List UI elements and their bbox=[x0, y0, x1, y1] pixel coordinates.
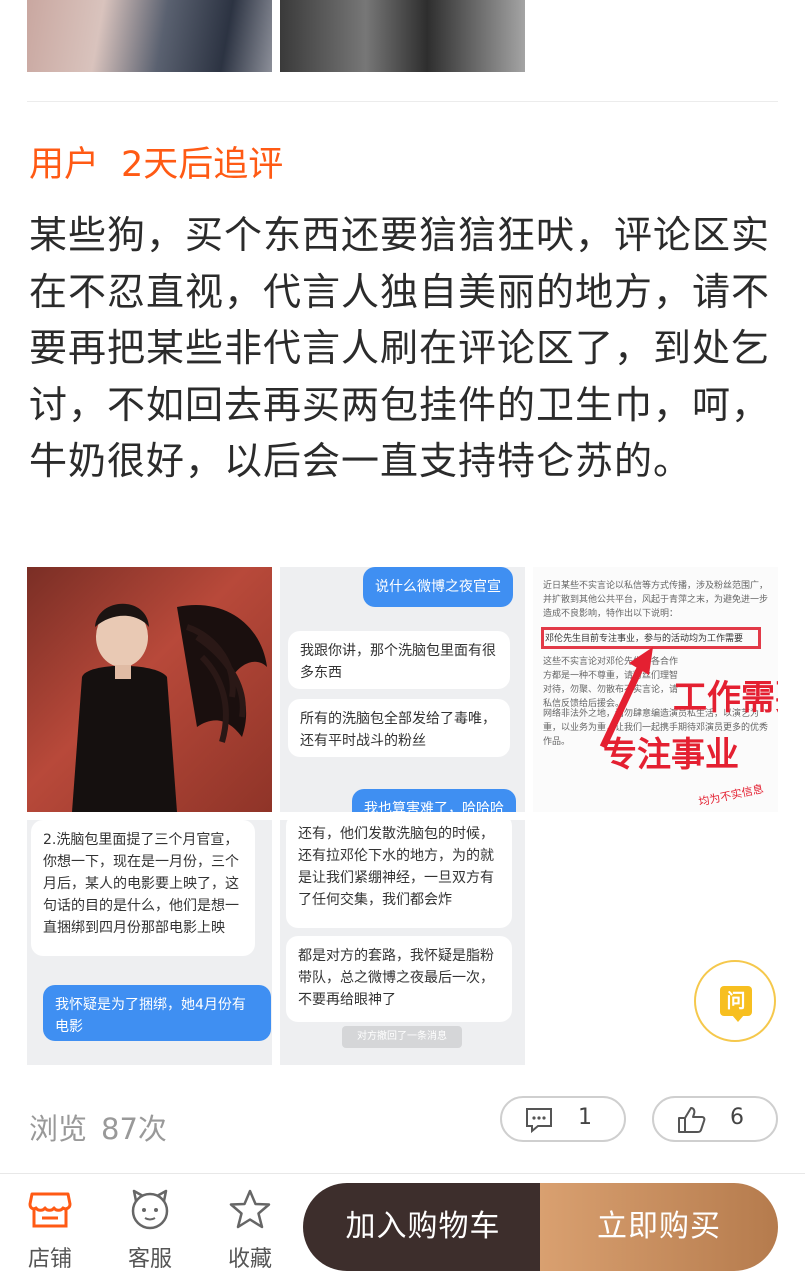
divider bbox=[27, 101, 778, 102]
nav-favorite[interactable]: 收藏 bbox=[210, 1174, 290, 1281]
review-image-5[interactable]: 还有，他们发散洗脑包的时候，还有拉邓伦下水的地方，为的就是让我们紧绷神经，一旦双… bbox=[280, 820, 525, 1065]
chat-bubble-sent: 我怀疑是为了捆绑，她4月份有电影 bbox=[43, 985, 271, 1041]
thumbs-up-icon bbox=[678, 1107, 706, 1133]
chat-bubble-received: 都是对方的套路，我怀疑是脂粉带队，总之微博之夜最后一次，不要再给眼神了 bbox=[286, 936, 512, 1022]
buy-now-button[interactable]: 立即购买 bbox=[540, 1183, 778, 1271]
previous-review-image-2[interactable] bbox=[280, 0, 525, 72]
ask-icon-tail bbox=[732, 1015, 744, 1022]
review-image-3[interactable]: 近日某些不实言论以私信等方式传播，涉及粉丝范围广，并扩散到其他公共平台，风起于青… bbox=[533, 567, 778, 812]
bottom-action-bar: 店铺 客服 收藏 加入购物车 立即购买 bbox=[0, 1173, 805, 1281]
chat-bubble-received: 我跟你讲，那个洗脑包里面有很多东西 bbox=[288, 631, 510, 689]
review-image-1[interactable] bbox=[27, 567, 272, 812]
previous-review-image-1[interactable] bbox=[27, 0, 272, 72]
chat-system-message: 对方撤回了一条消息 bbox=[342, 1026, 462, 1048]
notice-big-text-2: 专注事业 bbox=[603, 735, 739, 775]
nav-favorite-label: 收藏 bbox=[227, 1247, 272, 1272]
shop-icon bbox=[28, 1192, 72, 1228]
add-to-cart-button[interactable]: 加入购物车 bbox=[303, 1183, 543, 1271]
notice-big-text-1: 工作需要 bbox=[673, 678, 778, 718]
like-count: 6 bbox=[730, 1105, 744, 1130]
chat-bubble-received: 2.洗脑包里面提了三个月官宣，你想一下，现在是一月份，三个月后，某人的电影要上映… bbox=[31, 820, 255, 956]
views-label: 浏览 bbox=[29, 1112, 88, 1146]
views-counter: 浏览 87次 bbox=[29, 1106, 167, 1148]
comment-button[interactable]: 1 bbox=[500, 1096, 626, 1142]
followup-user: 用户 bbox=[29, 145, 100, 185]
review-image-2[interactable]: 说什么微博之夜官宣 我跟你讲，那个洗脑包里面有很多东西 所有的洗脑包全部发给了毒… bbox=[280, 567, 525, 812]
views-count: 87次 bbox=[101, 1112, 167, 1146]
like-button[interactable]: 6 bbox=[652, 1096, 778, 1142]
ask-button[interactable]: 问 bbox=[694, 960, 776, 1042]
chat-bubble-sent: 我也算害难了，哈哈哈 bbox=[352, 789, 516, 812]
nav-shop-label: 店铺 bbox=[27, 1247, 72, 1272]
star-icon bbox=[229, 1189, 271, 1229]
chat-bubble-received: 还有，他们发散洗脑包的时候，还有拉邓伦下水的地方，为的就是让我们紧绷神经，一旦双… bbox=[286, 820, 512, 928]
chat-bubble-received: 所有的洗脑包全部发给了毒唯，还有平时战斗的粉丝 bbox=[288, 699, 510, 757]
ask-icon: 问 bbox=[720, 986, 752, 1016]
portrait-illustration bbox=[72, 603, 267, 812]
nav-service[interactable]: 客服 bbox=[110, 1174, 190, 1281]
chat-bubble-sent: 说什么微博之夜官宣 bbox=[363, 567, 513, 607]
followup-header: 用户 2天后追评 bbox=[29, 136, 283, 187]
service-icon bbox=[131, 1189, 169, 1230]
review-image-4[interactable]: 2.洗脑包里面提了三个月官宣，你想一下，现在是一月份，三个月后，某人的电影要上映… bbox=[27, 820, 272, 1065]
nav-service-label: 客服 bbox=[127, 1247, 172, 1272]
comment-icon bbox=[526, 1108, 552, 1134]
review-text: 某些狗，买个东西还要狺狺狂吠，评论区实在不忍直视，代言人独自美丽的地方，请不要再… bbox=[29, 213, 771, 483]
nav-shop[interactable]: 店铺 bbox=[10, 1174, 90, 1281]
followup-time: 2天后追评 bbox=[121, 145, 284, 185]
comment-count: 1 bbox=[578, 1105, 592, 1130]
